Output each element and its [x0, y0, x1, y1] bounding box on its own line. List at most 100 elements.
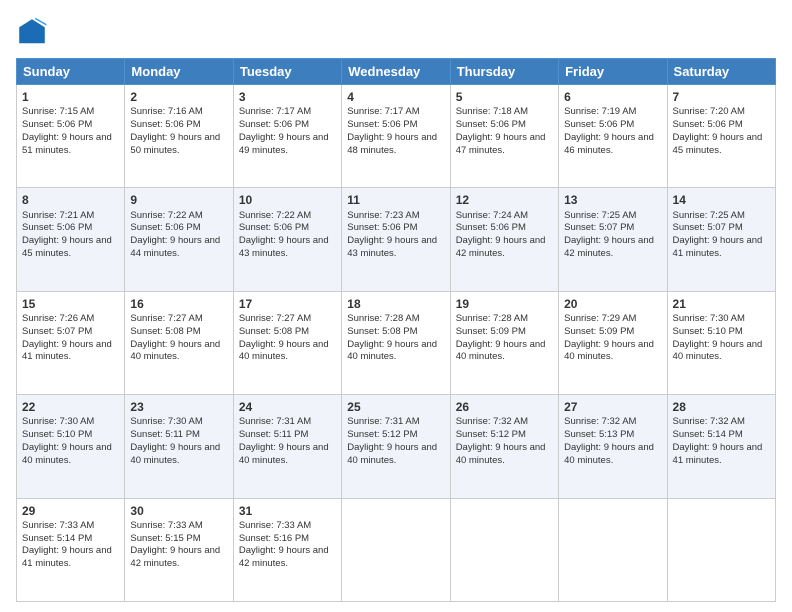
calendar-cell: 20Sunrise: 7:29 AMSunset: 5:09 PMDayligh… [559, 291, 667, 394]
day-info: Sunrise: 7:17 AMSunset: 5:06 PMDaylight:… [347, 106, 437, 155]
day-header-monday: Monday [125, 59, 233, 85]
day-info: Sunrise: 7:26 AMSunset: 5:07 PMDaylight:… [22, 313, 112, 362]
calendar-cell: 19Sunrise: 7:28 AMSunset: 5:09 PMDayligh… [450, 291, 558, 394]
day-number: 11 [347, 192, 444, 208]
day-number: 30 [130, 503, 227, 519]
day-header-thursday: Thursday [450, 59, 558, 85]
calendar-cell [450, 498, 558, 601]
day-number: 14 [673, 192, 770, 208]
day-info: Sunrise: 7:27 AMSunset: 5:08 PMDaylight:… [130, 313, 220, 362]
calendar-cell: 15Sunrise: 7:26 AMSunset: 5:07 PMDayligh… [17, 291, 125, 394]
week-row-1: 1Sunrise: 7:15 AMSunset: 5:06 PMDaylight… [17, 85, 776, 188]
day-info: Sunrise: 7:32 AMSunset: 5:13 PMDaylight:… [564, 416, 654, 465]
calendar-cell: 25Sunrise: 7:31 AMSunset: 5:12 PMDayligh… [342, 395, 450, 498]
calendar-header-row: SundayMondayTuesdayWednesdayThursdayFrid… [17, 59, 776, 85]
day-info: Sunrise: 7:25 AMSunset: 5:07 PMDaylight:… [673, 210, 763, 259]
day-number: 22 [22, 399, 119, 415]
day-info: Sunrise: 7:33 AMSunset: 5:16 PMDaylight:… [239, 520, 329, 569]
day-info: Sunrise: 7:32 AMSunset: 5:12 PMDaylight:… [456, 416, 546, 465]
day-number: 31 [239, 503, 336, 519]
day-info: Sunrise: 7:27 AMSunset: 5:08 PMDaylight:… [239, 313, 329, 362]
day-number: 16 [130, 296, 227, 312]
calendar-cell: 9Sunrise: 7:22 AMSunset: 5:06 PMDaylight… [125, 188, 233, 291]
day-info: Sunrise: 7:23 AMSunset: 5:06 PMDaylight:… [347, 210, 437, 259]
calendar-cell: 30Sunrise: 7:33 AMSunset: 5:15 PMDayligh… [125, 498, 233, 601]
page: SundayMondayTuesdayWednesdayThursdayFrid… [0, 0, 792, 612]
day-number: 21 [673, 296, 770, 312]
day-number: 3 [239, 89, 336, 105]
day-number: 8 [22, 192, 119, 208]
day-number: 29 [22, 503, 119, 519]
calendar-cell: 10Sunrise: 7:22 AMSunset: 5:06 PMDayligh… [233, 188, 341, 291]
calendar-cell: 12Sunrise: 7:24 AMSunset: 5:06 PMDayligh… [450, 188, 558, 291]
calendar-cell: 3Sunrise: 7:17 AMSunset: 5:06 PMDaylight… [233, 85, 341, 188]
day-info: Sunrise: 7:28 AMSunset: 5:09 PMDaylight:… [456, 313, 546, 362]
day-info: Sunrise: 7:24 AMSunset: 5:06 PMDaylight:… [456, 210, 546, 259]
day-number: 17 [239, 296, 336, 312]
calendar-table: SundayMondayTuesdayWednesdayThursdayFrid… [16, 58, 776, 602]
day-header-saturday: Saturday [667, 59, 775, 85]
day-info: Sunrise: 7:20 AMSunset: 5:06 PMDaylight:… [673, 106, 763, 155]
day-info: Sunrise: 7:15 AMSunset: 5:06 PMDaylight:… [22, 106, 112, 155]
day-info: Sunrise: 7:30 AMSunset: 5:10 PMDaylight:… [673, 313, 763, 362]
day-info: Sunrise: 7:22 AMSunset: 5:06 PMDaylight:… [239, 210, 329, 259]
day-info: Sunrise: 7:33 AMSunset: 5:15 PMDaylight:… [130, 520, 220, 569]
day-number: 9 [130, 192, 227, 208]
calendar-cell: 7Sunrise: 7:20 AMSunset: 5:06 PMDaylight… [667, 85, 775, 188]
calendar-cell: 2Sunrise: 7:16 AMSunset: 5:06 PMDaylight… [125, 85, 233, 188]
day-info: Sunrise: 7:28 AMSunset: 5:08 PMDaylight:… [347, 313, 437, 362]
day-info: Sunrise: 7:32 AMSunset: 5:14 PMDaylight:… [673, 416, 763, 465]
logo [16, 16, 52, 48]
week-row-5: 29Sunrise: 7:33 AMSunset: 5:14 PMDayligh… [17, 498, 776, 601]
day-header-friday: Friday [559, 59, 667, 85]
day-header-wednesday: Wednesday [342, 59, 450, 85]
calendar-cell: 22Sunrise: 7:30 AMSunset: 5:10 PMDayligh… [17, 395, 125, 498]
day-info: Sunrise: 7:19 AMSunset: 5:06 PMDaylight:… [564, 106, 654, 155]
day-info: Sunrise: 7:21 AMSunset: 5:06 PMDaylight:… [22, 210, 112, 259]
day-header-tuesday: Tuesday [233, 59, 341, 85]
calendar-cell: 13 Sunrise: 7:25 AMSunset: 5:07 PMDayligh… [559, 188, 667, 291]
day-info: Sunrise: 7:25 AMSunset: 5:07 PMDaylight:… [564, 210, 654, 259]
calendar-cell [667, 498, 775, 601]
day-number: 1 [22, 89, 119, 105]
day-number: 25 [347, 399, 444, 415]
header [16, 16, 776, 48]
calendar-cell: 26Sunrise: 7:32 AMSunset: 5:12 PMDayligh… [450, 395, 558, 498]
calendar-cell: 6Sunrise: 7:19 AMSunset: 5:06 PMDaylight… [559, 85, 667, 188]
calendar-cell: 16Sunrise: 7:27 AMSunset: 5:08 PMDayligh… [125, 291, 233, 394]
day-number: 13 [564, 192, 661, 208]
day-number: 28 [673, 399, 770, 415]
calendar-cell: 5Sunrise: 7:18 AMSunset: 5:06 PMDaylight… [450, 85, 558, 188]
calendar-cell: 31Sunrise: 7:33 AMSunset: 5:16 PMDayligh… [233, 498, 341, 601]
day-info: Sunrise: 7:30 AMSunset: 5:10 PMDaylight:… [22, 416, 112, 465]
day-info: Sunrise: 7:17 AMSunset: 5:06 PMDaylight:… [239, 106, 329, 155]
day-number: 23 [130, 399, 227, 415]
day-info: Sunrise: 7:29 AMSunset: 5:09 PMDaylight:… [564, 313, 654, 362]
day-header-sunday: Sunday [17, 59, 125, 85]
day-number: 6 [564, 89, 661, 105]
calendar-cell [342, 498, 450, 601]
calendar-cell: 18Sunrise: 7:28 AMSunset: 5:08 PMDayligh… [342, 291, 450, 394]
day-info: Sunrise: 7:31 AMSunset: 5:11 PMDaylight:… [239, 416, 329, 465]
day-info: Sunrise: 7:30 AMSunset: 5:11 PMDaylight:… [130, 416, 220, 465]
calendar-cell: 4Sunrise: 7:17 AMSunset: 5:06 PMDaylight… [342, 85, 450, 188]
calendar-cell: 24Sunrise: 7:31 AMSunset: 5:11 PMDayligh… [233, 395, 341, 498]
week-row-2: 8 Sunrise: 7:21 AMSunset: 5:06 PMDaylight… [17, 188, 776, 291]
calendar-cell: 1Sunrise: 7:15 AMSunset: 5:06 PMDaylight… [17, 85, 125, 188]
calendar-cell: 17Sunrise: 7:27 AMSunset: 5:08 PMDayligh… [233, 291, 341, 394]
calendar-cell [559, 498, 667, 601]
calendar-cell: 8 Sunrise: 7:21 AMSunset: 5:06 PMDaylight… [17, 188, 125, 291]
logo-icon [16, 16, 48, 48]
day-number: 5 [456, 89, 553, 105]
week-row-3: 15Sunrise: 7:26 AMSunset: 5:07 PMDayligh… [17, 291, 776, 394]
week-row-4: 22Sunrise: 7:30 AMSunset: 5:10 PMDayligh… [17, 395, 776, 498]
day-info: Sunrise: 7:33 AMSunset: 5:14 PMDaylight:… [22, 520, 112, 569]
calendar-cell: 21Sunrise: 7:30 AMSunset: 5:10 PMDayligh… [667, 291, 775, 394]
day-number: 19 [456, 296, 553, 312]
day-info: Sunrise: 7:18 AMSunset: 5:06 PMDaylight:… [456, 106, 546, 155]
day-number: 27 [564, 399, 661, 415]
day-number: 18 [347, 296, 444, 312]
day-number: 24 [239, 399, 336, 415]
calendar-cell: 14 Sunrise: 7:25 AMSunset: 5:07 PMDayligh… [667, 188, 775, 291]
day-number: 2 [130, 89, 227, 105]
